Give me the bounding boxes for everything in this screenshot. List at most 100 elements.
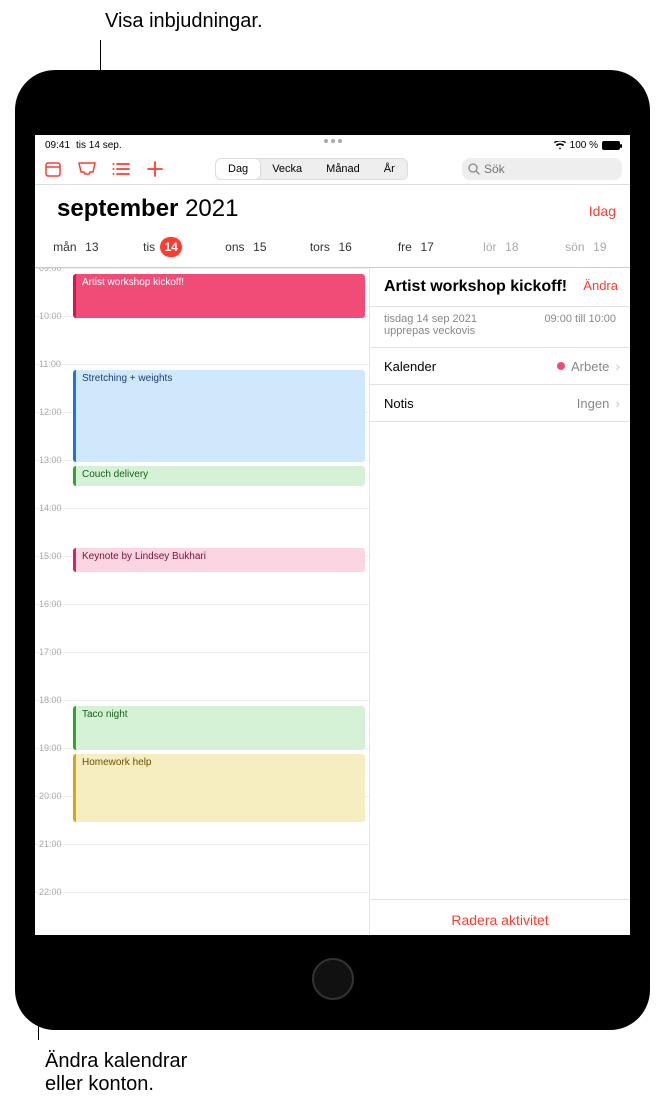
day-label: fre <box>398 240 415 254</box>
event-block[interactable]: Couch delivery <box>73 466 365 486</box>
day-strip: mån 13tis 14ons 15tors 16fre 17lör 18sön… <box>35 231 630 268</box>
day-sön-19[interactable]: sön 19 <box>545 237 630 257</box>
hour-label: 19:00 <box>39 743 62 753</box>
hour-row-2100: 21:00 <box>35 844 369 892</box>
day-number: 16 <box>335 237 355 257</box>
hour-label: 17:00 <box>39 647 62 657</box>
event-repeat: upprepas veckovis <box>384 325 477 337</box>
segment-månad[interactable]: Månad <box>314 159 372 179</box>
ipad-frame: 09:41 tis 14 sep. 100 % <box>15 70 650 1030</box>
list-button[interactable] <box>111 159 131 179</box>
hour-label: 11:00 <box>39 359 61 369</box>
view-segmented-control[interactable]: DagVeckaMånadÅr <box>215 158 408 180</box>
add-event-button[interactable] <box>145 159 165 179</box>
calendar-body: 09:0010:0011:0012:0013:0014:0015:0016:00… <box>35 268 630 935</box>
day-label: tors <box>310 240 333 254</box>
callout-line1: Ändra kalendrar <box>45 1050 187 1072</box>
hour-label: 13:00 <box>39 455 62 465</box>
day-number: 13 <box>82 237 102 257</box>
calendar-label: Kalender <box>384 359 436 374</box>
hour-label: 18:00 <box>39 695 62 705</box>
hour-row-2200: 22:00 <box>35 892 369 935</box>
day-label: lör <box>483 240 500 254</box>
wifi-icon <box>554 141 566 150</box>
hour-label: 10:00 <box>39 311 62 321</box>
detail-header: Artist workshop kickoff! Ändra <box>370 268 630 307</box>
event-block[interactable]: Stretching + weights <box>73 370 365 462</box>
day-fre-17[interactable]: fre 17 <box>375 237 460 257</box>
calendar-color-dot <box>557 362 565 370</box>
segment-år[interactable]: År <box>372 159 407 179</box>
home-button[interactable] <box>312 958 354 1000</box>
day-label: mån <box>53 240 80 254</box>
status-right: 100 % <box>554 140 620 151</box>
hour-label: 20:00 <box>39 791 62 801</box>
hour-label: 09:00 <box>39 268 62 273</box>
segment-dag[interactable]: Dag <box>216 159 260 179</box>
multitask-indicator[interactable] <box>324 139 342 143</box>
event-date: tisdag 14 sep 2021 <box>384 313 477 325</box>
ipad-bezel: 09:41 tis 14 sep. 100 % <box>23 78 642 1022</box>
hour-label: 16:00 <box>39 599 62 609</box>
hour-row-1700: 17:00 <box>35 652 369 700</box>
callout-change-calendars: Ändra kalendrar eller konton. <box>45 1050 187 1096</box>
screen: 09:41 tis 14 sep. 100 % <box>35 135 630 935</box>
hour-row-1000: 10:00 <box>35 316 369 364</box>
search-field[interactable] <box>462 158 622 180</box>
app-toolbar: DagVeckaMånadÅr <box>35 153 630 185</box>
calendar-row[interactable]: Kalender Arbete › <box>370 348 630 385</box>
day-timeline[interactable]: 09:0010:0011:0012:0013:0014:0015:0016:00… <box>35 268 370 935</box>
calendars-button[interactable] <box>43 159 63 179</box>
hour-label: 15:00 <box>39 551 62 561</box>
day-lör-18[interactable]: lör 18 <box>460 237 545 257</box>
event-detail-panel: Artist workshop kickoff! Ändra tisdag 14… <box>370 268 630 935</box>
month-name: september <box>57 195 178 222</box>
callout-line2: eller konton. <box>45 1073 154 1095</box>
day-number: 17 <box>417 237 437 257</box>
calendar-value: Arbete <box>571 359 609 374</box>
search-input[interactable] <box>484 162 630 176</box>
event-block[interactable]: Taco night <box>73 706 365 750</box>
alert-row[interactable]: Notis Ingen › <box>370 385 630 422</box>
status-bar: 09:41 tis 14 sep. 100 % <box>35 135 630 153</box>
inbox-button[interactable] <box>77 159 97 179</box>
hour-row-1600: 16:00 <box>35 604 369 652</box>
hour-label: 22:00 <box>39 887 62 897</box>
hour-label: 14:00 <box>39 503 62 513</box>
today-button[interactable]: Idag <box>589 203 616 219</box>
event-block[interactable]: Artist workshop kickoff! <box>73 274 365 318</box>
alert-value: Ingen <box>577 396 610 411</box>
hour-label: 12:00 <box>39 407 62 417</box>
day-number: 14 <box>160 237 181 257</box>
segment-vecka[interactable]: Vecka <box>260 159 314 179</box>
day-label: tis <box>143 240 158 254</box>
event-time-range: 09:00 till 10:00 <box>544 313 616 337</box>
alert-label: Notis <box>384 396 414 411</box>
status-time: 09:41 <box>45 140 70 151</box>
day-number: 18 <box>502 237 522 257</box>
detail-datetime: tisdag 14 sep 2021 upprepas veckovis 09:… <box>370 307 630 348</box>
day-number: 19 <box>590 237 610 257</box>
day-tors-16[interactable]: tors 16 <box>290 237 375 257</box>
day-number: 15 <box>250 237 270 257</box>
day-ons-15[interactable]: ons 15 <box>205 237 290 257</box>
battery-percent: 100 % <box>570 140 598 151</box>
callout-invitations: Visa inbjudningar. <box>105 10 263 33</box>
edit-button[interactable]: Ändra <box>583 278 618 293</box>
hour-grid: 09:0010:0011:0012:0013:0014:0015:0016:00… <box>35 268 369 935</box>
day-tis-14[interactable]: tis 14 <box>120 237 205 257</box>
hour-label: 21:00 <box>39 839 62 849</box>
chevron-right-icon: › <box>615 395 620 411</box>
status-date: tis 14 sep. <box>76 140 122 151</box>
month-title[interactable]: september 2021 <box>57 195 238 223</box>
event-block[interactable]: Homework help <box>73 754 365 822</box>
day-mån-13[interactable]: mån 13 <box>35 237 120 257</box>
year: 2021 <box>185 195 238 222</box>
day-label: ons <box>225 240 248 254</box>
status-left: 09:41 tis 14 sep. <box>45 140 122 151</box>
event-block[interactable]: Keynote by Lindsey Bukhari <box>73 548 365 573</box>
battery-icon <box>602 141 620 150</box>
chevron-right-icon: › <box>615 358 620 374</box>
month-header: september 2021 Idag <box>35 185 630 231</box>
delete-event-button[interactable]: Radera aktivitet <box>370 899 630 935</box>
